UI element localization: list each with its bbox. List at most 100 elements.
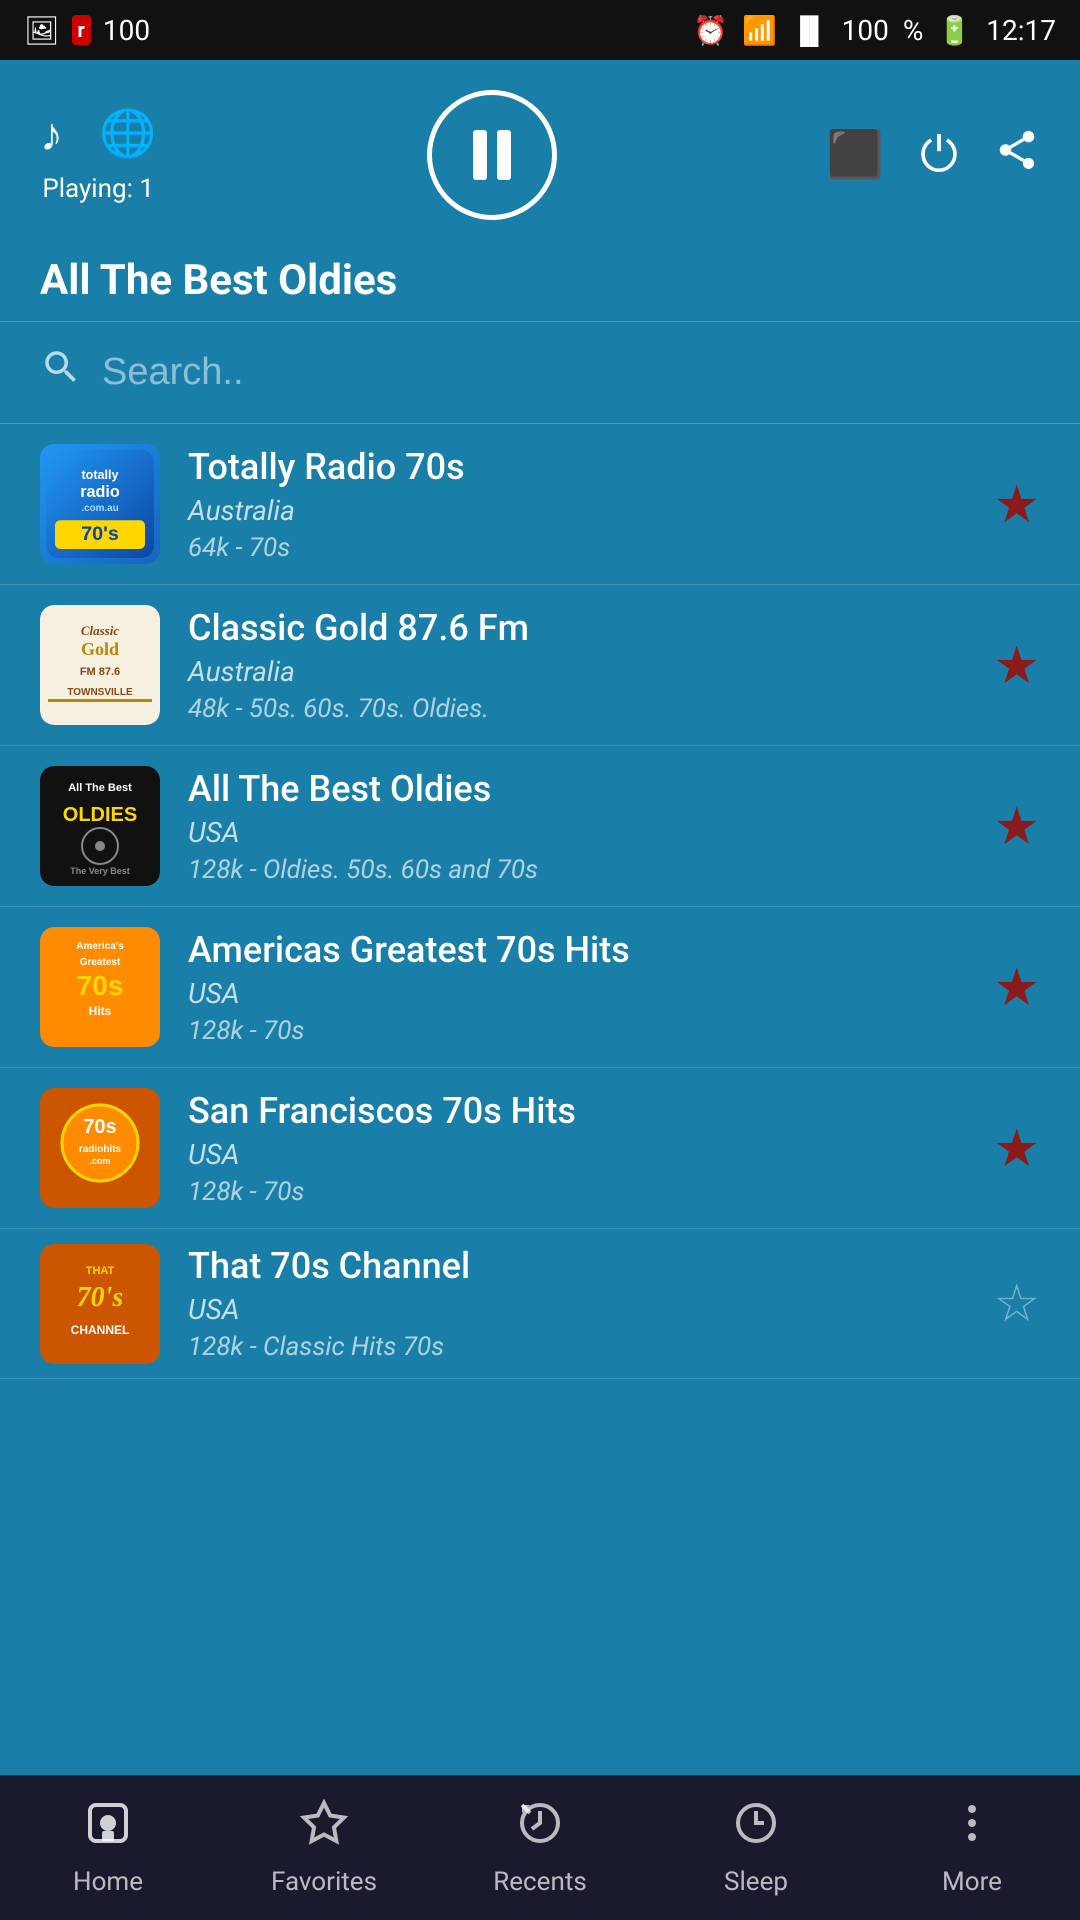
svg-text:totally: totally bbox=[81, 468, 118, 482]
search-icon bbox=[40, 346, 82, 399]
battery-count: 100 bbox=[103, 14, 150, 47]
svg-text:FM 87.6: FM 87.6 bbox=[80, 666, 120, 678]
station-item[interactable]: All The Best OLDIES The Very Best All Th… bbox=[0, 746, 1080, 907]
station-item[interactable]: totally radio .com.au 70's Totally Radio… bbox=[0, 424, 1080, 585]
svg-text:TOWNSVILLE: TOWNSVILLE bbox=[67, 687, 133, 698]
pause-button[interactable] bbox=[427, 90, 557, 220]
nav-item-home[interactable]: Home bbox=[0, 1799, 216, 1897]
svg-text:.com: .com bbox=[89, 1156, 110, 1166]
svg-text:Greatest: Greatest bbox=[80, 957, 121, 968]
station-logo: totally radio .com.au 70's bbox=[40, 444, 160, 564]
favorite-star[interactable]: ☆ bbox=[993, 1273, 1040, 1334]
photo-icon: 🖼 bbox=[24, 14, 60, 47]
svg-text:Hits: Hits bbox=[89, 1004, 112, 1018]
bottom-nav: Home Favorites Recents Sleep bbox=[0, 1775, 1080, 1920]
station-item[interactable]: 70s radiohits .com San Franciscos 70s Hi… bbox=[0, 1068, 1080, 1229]
share-icon[interactable] bbox=[994, 127, 1040, 184]
station-info: That 70s Channel USA 128k - Classic Hits… bbox=[188, 1245, 965, 1362]
station-info: Totally Radio 70s Australia 64k - 70s bbox=[188, 446, 965, 563]
svg-text:The Very Best: The Very Best bbox=[70, 866, 130, 876]
favorite-star[interactable]: ★ bbox=[993, 796, 1040, 857]
current-station-title: All The Best Oldies bbox=[0, 240, 1080, 322]
more-label: More bbox=[942, 1867, 1002, 1897]
svg-text:CHANNEL: CHANNEL bbox=[71, 1323, 130, 1337]
station-item[interactable]: THAT 70's CHANNEL That 70s Channel USA 1… bbox=[0, 1229, 1080, 1379]
station-info: Classic Gold 87.6 Fm Australia 48k - 50s… bbox=[188, 607, 965, 724]
more-icon bbox=[948, 1799, 996, 1859]
playing-status: Playing: 1 bbox=[42, 174, 154, 204]
globe-icon[interactable]: 🌐 bbox=[99, 107, 156, 161]
battery-percent: 100 bbox=[842, 14, 889, 47]
favorite-star[interactable]: ★ bbox=[993, 635, 1040, 696]
header-left-controls: ♪ 🌐 Playing: 1 bbox=[40, 107, 156, 204]
station-list: totally radio .com.au 70's Totally Radio… bbox=[0, 424, 1080, 1709]
recents-icon bbox=[516, 1799, 564, 1859]
station-country: USA bbox=[188, 1138, 965, 1171]
station-info: All The Best Oldies USA 128k - Oldies. 5… bbox=[188, 768, 965, 885]
sleep-icon bbox=[732, 1799, 780, 1859]
svg-text:All The Best: All The Best bbox=[68, 782, 132, 794]
favorite-star[interactable]: ★ bbox=[993, 1118, 1040, 1179]
station-name: Totally Radio 70s bbox=[188, 446, 965, 488]
station-country: Australia bbox=[188, 655, 965, 688]
station-info: San Franciscos 70s Hits USA 128k - 70s bbox=[188, 1090, 965, 1207]
svg-text:radio: radio bbox=[80, 483, 120, 501]
recents-label: Recents bbox=[493, 1867, 587, 1897]
station-country: USA bbox=[188, 1293, 965, 1326]
station-meta: 48k - 50s. 60s. 70s. Oldies. bbox=[188, 694, 965, 724]
station-country: USA bbox=[188, 977, 965, 1010]
status-left: 🖼 r 100 bbox=[24, 14, 150, 47]
home-icon bbox=[84, 1799, 132, 1859]
music-icon[interactable]: ♪ bbox=[40, 107, 63, 162]
svg-text:OLDIES: OLDIES bbox=[63, 804, 137, 826]
status-right: ⏰ 📶 ▐▌ 100 % 🔋 12:17 bbox=[693, 14, 1056, 47]
stop-icon[interactable]: ⬛ bbox=[827, 128, 884, 182]
svg-text:radiohits: radiohits bbox=[79, 1144, 122, 1155]
radio-icon: r bbox=[72, 15, 91, 45]
station-item[interactable]: America's Greatest 70s Hits Americas Gre… bbox=[0, 907, 1080, 1068]
wifi-icon: 📶 bbox=[742, 14, 777, 47]
svg-text:America's: America's bbox=[76, 941, 124, 952]
svg-text:.com.au: .com.au bbox=[81, 503, 118, 514]
svg-text:THAT: THAT bbox=[86, 1265, 115, 1277]
header-right-controls: ⬛ ⏻ bbox=[827, 126, 1040, 184]
header-center bbox=[427, 90, 557, 220]
station-logo: All The Best OLDIES The Very Best bbox=[40, 766, 160, 886]
home-label: Home bbox=[73, 1867, 143, 1897]
nav-item-more[interactable]: More bbox=[864, 1799, 1080, 1897]
station-name: That 70s Channel bbox=[188, 1245, 965, 1287]
favorite-star[interactable]: ★ bbox=[993, 957, 1040, 1018]
sleep-label: Sleep bbox=[724, 1867, 788, 1897]
station-meta: 128k - 70s bbox=[188, 1177, 965, 1207]
header-controls: ♪ 🌐 Playing: 1 ⬛ ⏻ bbox=[40, 90, 1040, 220]
station-logo: 70s radiohits .com bbox=[40, 1088, 160, 1208]
station-meta: 64k - 70s bbox=[188, 533, 965, 563]
favorites-icon bbox=[300, 1799, 348, 1859]
station-name: San Franciscos 70s Hits bbox=[188, 1090, 965, 1132]
nav-item-favorites[interactable]: Favorites bbox=[216, 1799, 432, 1897]
battery-text: % bbox=[903, 14, 924, 47]
power-icon[interactable]: ⏻ bbox=[920, 126, 958, 184]
station-meta: 128k - Classic Hits 70s bbox=[188, 1332, 965, 1362]
alarm-icon: ⏰ bbox=[693, 14, 728, 47]
station-item[interactable]: Classic Gold FM 87.6 TOWNSVILLE Classic … bbox=[0, 585, 1080, 746]
station-logo: THAT 70's CHANNEL bbox=[40, 1244, 160, 1364]
station-meta: 128k - 70s bbox=[188, 1016, 965, 1046]
header: ♪ 🌐 Playing: 1 ⬛ ⏻ bbox=[0, 60, 1080, 240]
station-name: All The Best Oldies bbox=[188, 768, 965, 810]
station-name: Americas Greatest 70s Hits bbox=[188, 929, 965, 971]
search-input[interactable] bbox=[102, 351, 1040, 394]
station-info: Americas Greatest 70s Hits USA 128k - 70… bbox=[188, 929, 965, 1046]
nav-item-recents[interactable]: Recents bbox=[432, 1799, 648, 1897]
battery-icon: 🔋 bbox=[937, 14, 972, 47]
svg-text:Classic: Classic bbox=[81, 623, 120, 638]
status-bar: 🖼 r 100 ⏰ 📶 ▐▌ 100 % 🔋 12:17 bbox=[0, 0, 1080, 60]
station-name: Classic Gold 87.6 Fm bbox=[188, 607, 965, 649]
time-display: 12:17 bbox=[986, 14, 1056, 47]
svg-text:Gold: Gold bbox=[81, 639, 119, 659]
svg-text:70's: 70's bbox=[77, 1282, 124, 1313]
nav-item-sleep[interactable]: Sleep bbox=[648, 1799, 864, 1897]
station-country: USA bbox=[188, 816, 965, 849]
favorite-star[interactable]: ★ bbox=[993, 474, 1040, 535]
svg-text:70s: 70s bbox=[77, 970, 124, 1001]
